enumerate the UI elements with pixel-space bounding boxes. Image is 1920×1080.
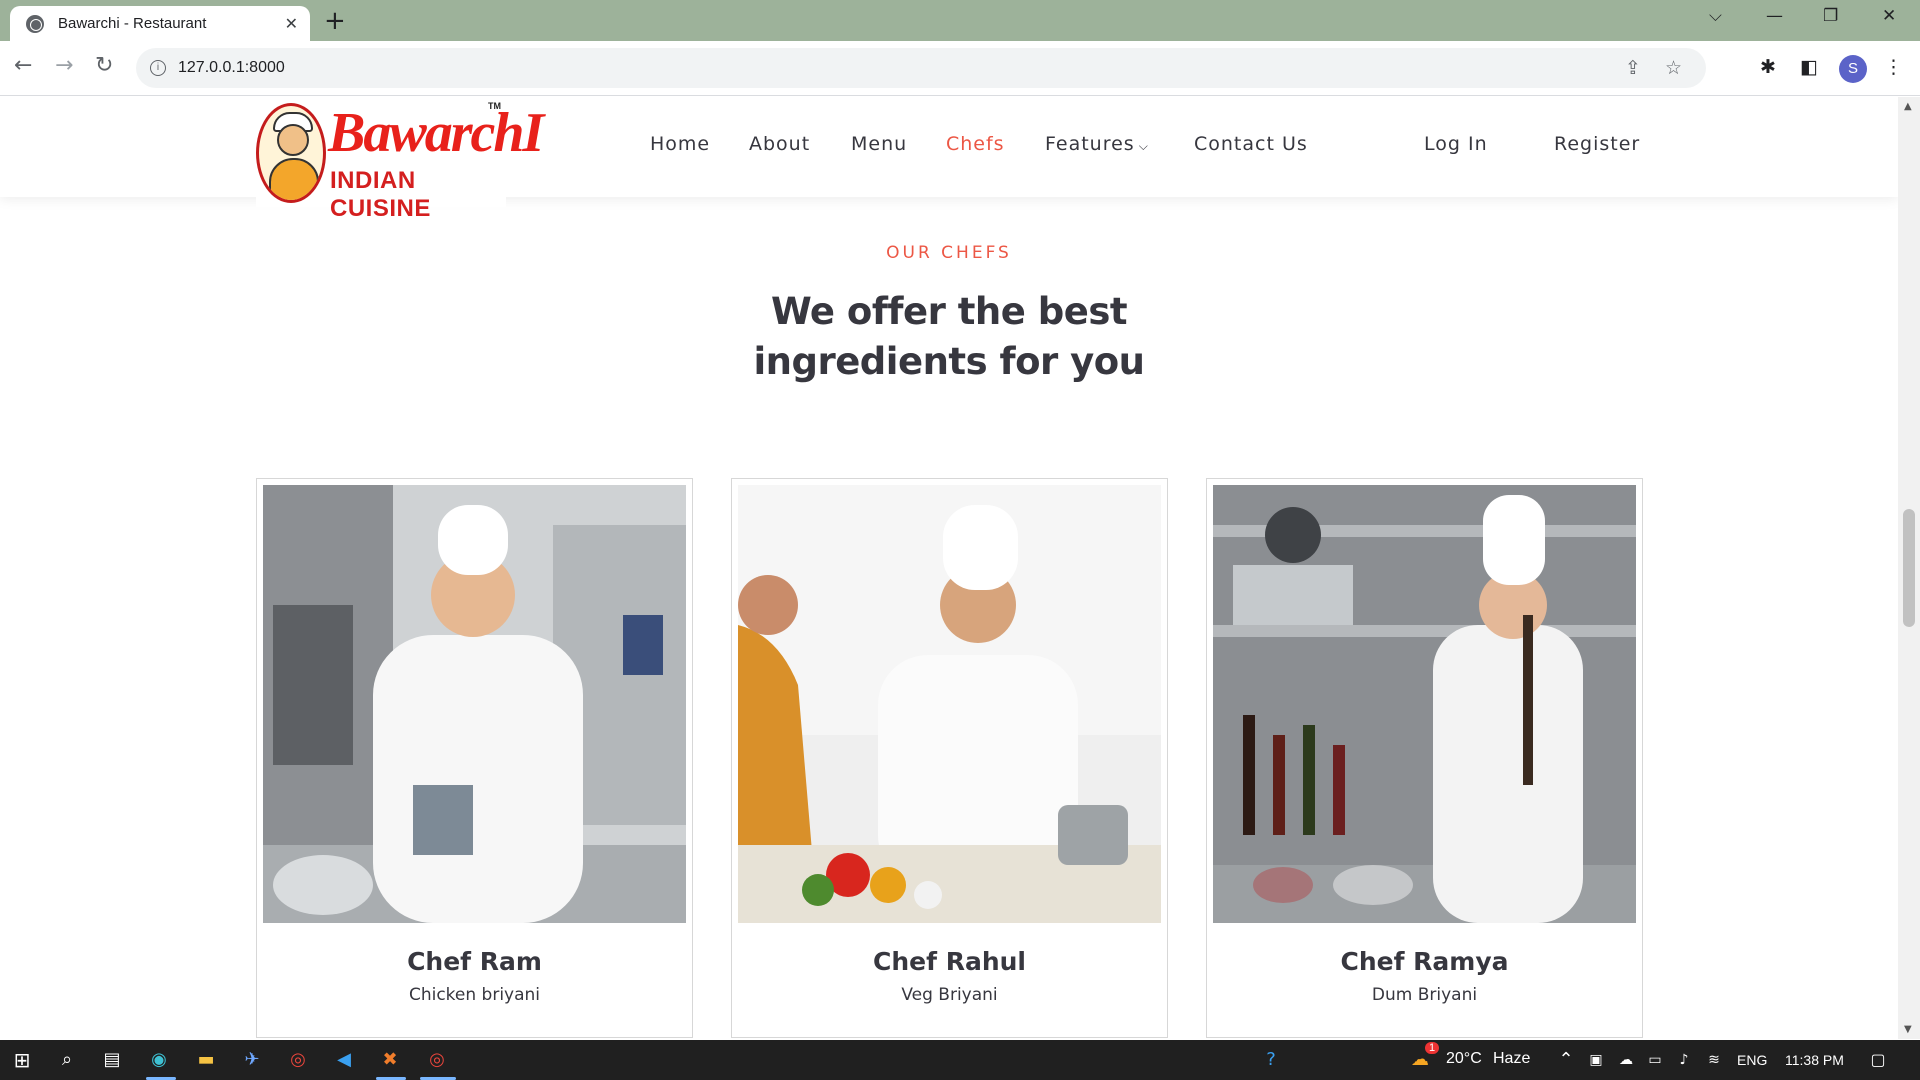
browser-tab-bar: Bawarchi - Restaurant ✕ + ⌵ — ❐ ✕ bbox=[0, 0, 1920, 41]
chef-dish: Chicken briyani bbox=[408, 985, 541, 1005]
nav-contact[interactable]: Contact Us bbox=[1194, 133, 1308, 155]
chef-name: Chef Rahul bbox=[873, 947, 1026, 976]
logo-subtitle: INDIAN CUISINE bbox=[330, 167, 431, 222]
side-panel-icon[interactable]: ◧ bbox=[1800, 56, 1818, 78]
vscode-icon[interactable]: ◀ bbox=[332, 1048, 356, 1072]
nav-menu[interactable]: Menu bbox=[851, 133, 907, 155]
notification-center-icon[interactable]: ▢ bbox=[1866, 1048, 1890, 1072]
chrome-icon[interactable]: ◎ bbox=[286, 1048, 310, 1072]
site-header: BawarchI TM INDIAN CUISINE Home About Me… bbox=[0, 97, 1898, 222]
nav-home[interactable]: Home bbox=[650, 133, 710, 155]
main-navigation: Home About Menu Chefs Features ⌵ Contact … bbox=[0, 133, 1898, 163]
kebab-menu-icon[interactable]: ⋮ bbox=[1884, 56, 1903, 78]
scrollbar-thumb[interactable] bbox=[1903, 509, 1915, 627]
tab-title: Bawarchi - Restaurant bbox=[58, 15, 207, 32]
tab-search-chevron-icon[interactable]: ⌵ bbox=[1709, 6, 1722, 26]
chef-card[interactable]: Chef Rahul Veg Briyani bbox=[731, 478, 1168, 1038]
chef-card[interactable]: Chef Ramya Dum Briyani bbox=[1206, 478, 1643, 1038]
page-scrollbar[interactable]: ▲ ▼ bbox=[1898, 97, 1920, 1039]
profile-avatar[interactable]: S bbox=[1839, 55, 1867, 83]
nav-about[interactable]: About bbox=[749, 133, 810, 155]
section-title-line1: We offer the best bbox=[770, 290, 1128, 333]
windows-taskbar: ⊞ ⌕ ▤ ◉ ▬ ✈ ◎ ◀ ✖ ◎ ? ☁ 1 20°C Haze ⌃ ▣ … bbox=[0, 1040, 1920, 1080]
app-shortcut-icon[interactable]: ✈ bbox=[240, 1048, 264, 1072]
forward-arrow-icon[interactable]: → bbox=[55, 53, 73, 79]
browser-tab[interactable]: Bawarchi - Restaurant ✕ bbox=[10, 6, 310, 41]
weather-badge: 1 bbox=[1425, 1042, 1440, 1054]
back-arrow-icon[interactable]: ← bbox=[14, 53, 32, 79]
nav-chefs[interactable]: Chefs bbox=[946, 133, 1005, 155]
restore-icon[interactable]: ❐ bbox=[1823, 6, 1838, 26]
nav-register[interactable]: Register bbox=[1554, 133, 1640, 155]
minimize-icon[interactable]: — bbox=[1766, 6, 1783, 26]
section-kicker: OUR CHEFS bbox=[886, 243, 1012, 263]
windows-start-icon[interactable]: ⊞ bbox=[10, 1048, 34, 1072]
wifi-icon[interactable]: ≋ bbox=[1702, 1048, 1726, 1072]
clock-time[interactable]: 11:38 PM bbox=[1785, 1052, 1844, 1068]
xampp-icon[interactable]: ✖ bbox=[378, 1048, 402, 1072]
new-tab-icon[interactable]: + bbox=[324, 6, 346, 36]
chef-photo bbox=[263, 485, 686, 923]
window-close-icon[interactable]: ✕ bbox=[1882, 6, 1896, 26]
tab-close-icon[interactable]: ✕ bbox=[285, 14, 298, 33]
language-indicator[interactable]: ENG bbox=[1737, 1052, 1767, 1068]
section-title-line2: ingredients for you bbox=[753, 340, 1145, 383]
reload-icon[interactable]: ↻ bbox=[95, 53, 113, 79]
weather-desc[interactable]: Haze bbox=[1493, 1050, 1530, 1068]
onedrive-icon[interactable]: ☁ bbox=[1614, 1048, 1638, 1072]
page-viewport: BawarchI TM INDIAN CUISINE Home About Me… bbox=[0, 97, 1898, 1039]
chef-name: Chef Ramya bbox=[1340, 947, 1509, 976]
file-explorer-icon[interactable]: ▬ bbox=[194, 1048, 218, 1072]
chrome-active-icon[interactable]: ◎ bbox=[425, 1048, 449, 1072]
chef-card[interactable]: Chef Ram Chicken briyani bbox=[256, 478, 693, 1038]
help-icon[interactable]: ? bbox=[1259, 1048, 1283, 1072]
browser-toolbar: ← → ↻ i 127.0.0.1:8000 ⇪ ☆ ✱ ◧ S ⋮ bbox=[0, 41, 1920, 96]
share-icon[interactable]: ⇪ bbox=[1625, 57, 1641, 79]
chef-photo bbox=[738, 485, 1161, 923]
globe-icon bbox=[26, 14, 44, 33]
volume-icon[interactable]: ♪ bbox=[1672, 1048, 1696, 1072]
url-text[interactable]: 127.0.0.1:8000 bbox=[178, 59, 1625, 77]
chef-photo bbox=[1213, 485, 1636, 923]
bookmark-star-icon[interactable]: ☆ bbox=[1665, 57, 1682, 79]
task-view-icon[interactable]: ▤ bbox=[100, 1048, 124, 1072]
chef-dish: Dum Briyani bbox=[1371, 985, 1478, 1005]
extensions-puzzle-icon[interactable]: ✱ bbox=[1760, 56, 1776, 78]
tray-overflow-icon[interactable]: ⌃ bbox=[1554, 1048, 1578, 1072]
chef-dish: Veg Briyani bbox=[901, 985, 998, 1005]
scroll-down-icon[interactable]: ▼ bbox=[1904, 1024, 1912, 1035]
chevron-down-icon: ⌵ bbox=[1138, 139, 1149, 153]
nav-login[interactable]: Log In bbox=[1424, 133, 1488, 155]
weather-temp[interactable]: 20°C bbox=[1446, 1050, 1482, 1068]
search-icon[interactable]: ⌕ bbox=[55, 1048, 79, 1072]
edge-browser-icon[interactable]: ◉ bbox=[147, 1048, 171, 1072]
scroll-up-icon[interactable]: ▲ bbox=[1904, 101, 1912, 112]
logo-trademark: TM bbox=[488, 101, 501, 111]
chef-name: Chef Ram bbox=[407, 947, 542, 976]
nav-features-label: Features bbox=[1045, 133, 1135, 155]
address-bar[interactable]: i 127.0.0.1:8000 ⇪ ☆ bbox=[136, 48, 1706, 88]
section-title: We offer the best ingredients for you bbox=[720, 287, 1178, 387]
meet-icon[interactable]: ▣ bbox=[1584, 1048, 1608, 1072]
site-info-icon[interactable]: i bbox=[150, 60, 166, 76]
battery-icon[interactable]: ▭ bbox=[1643, 1048, 1667, 1072]
nav-features[interactable]: Features ⌵ bbox=[1045, 133, 1149, 155]
